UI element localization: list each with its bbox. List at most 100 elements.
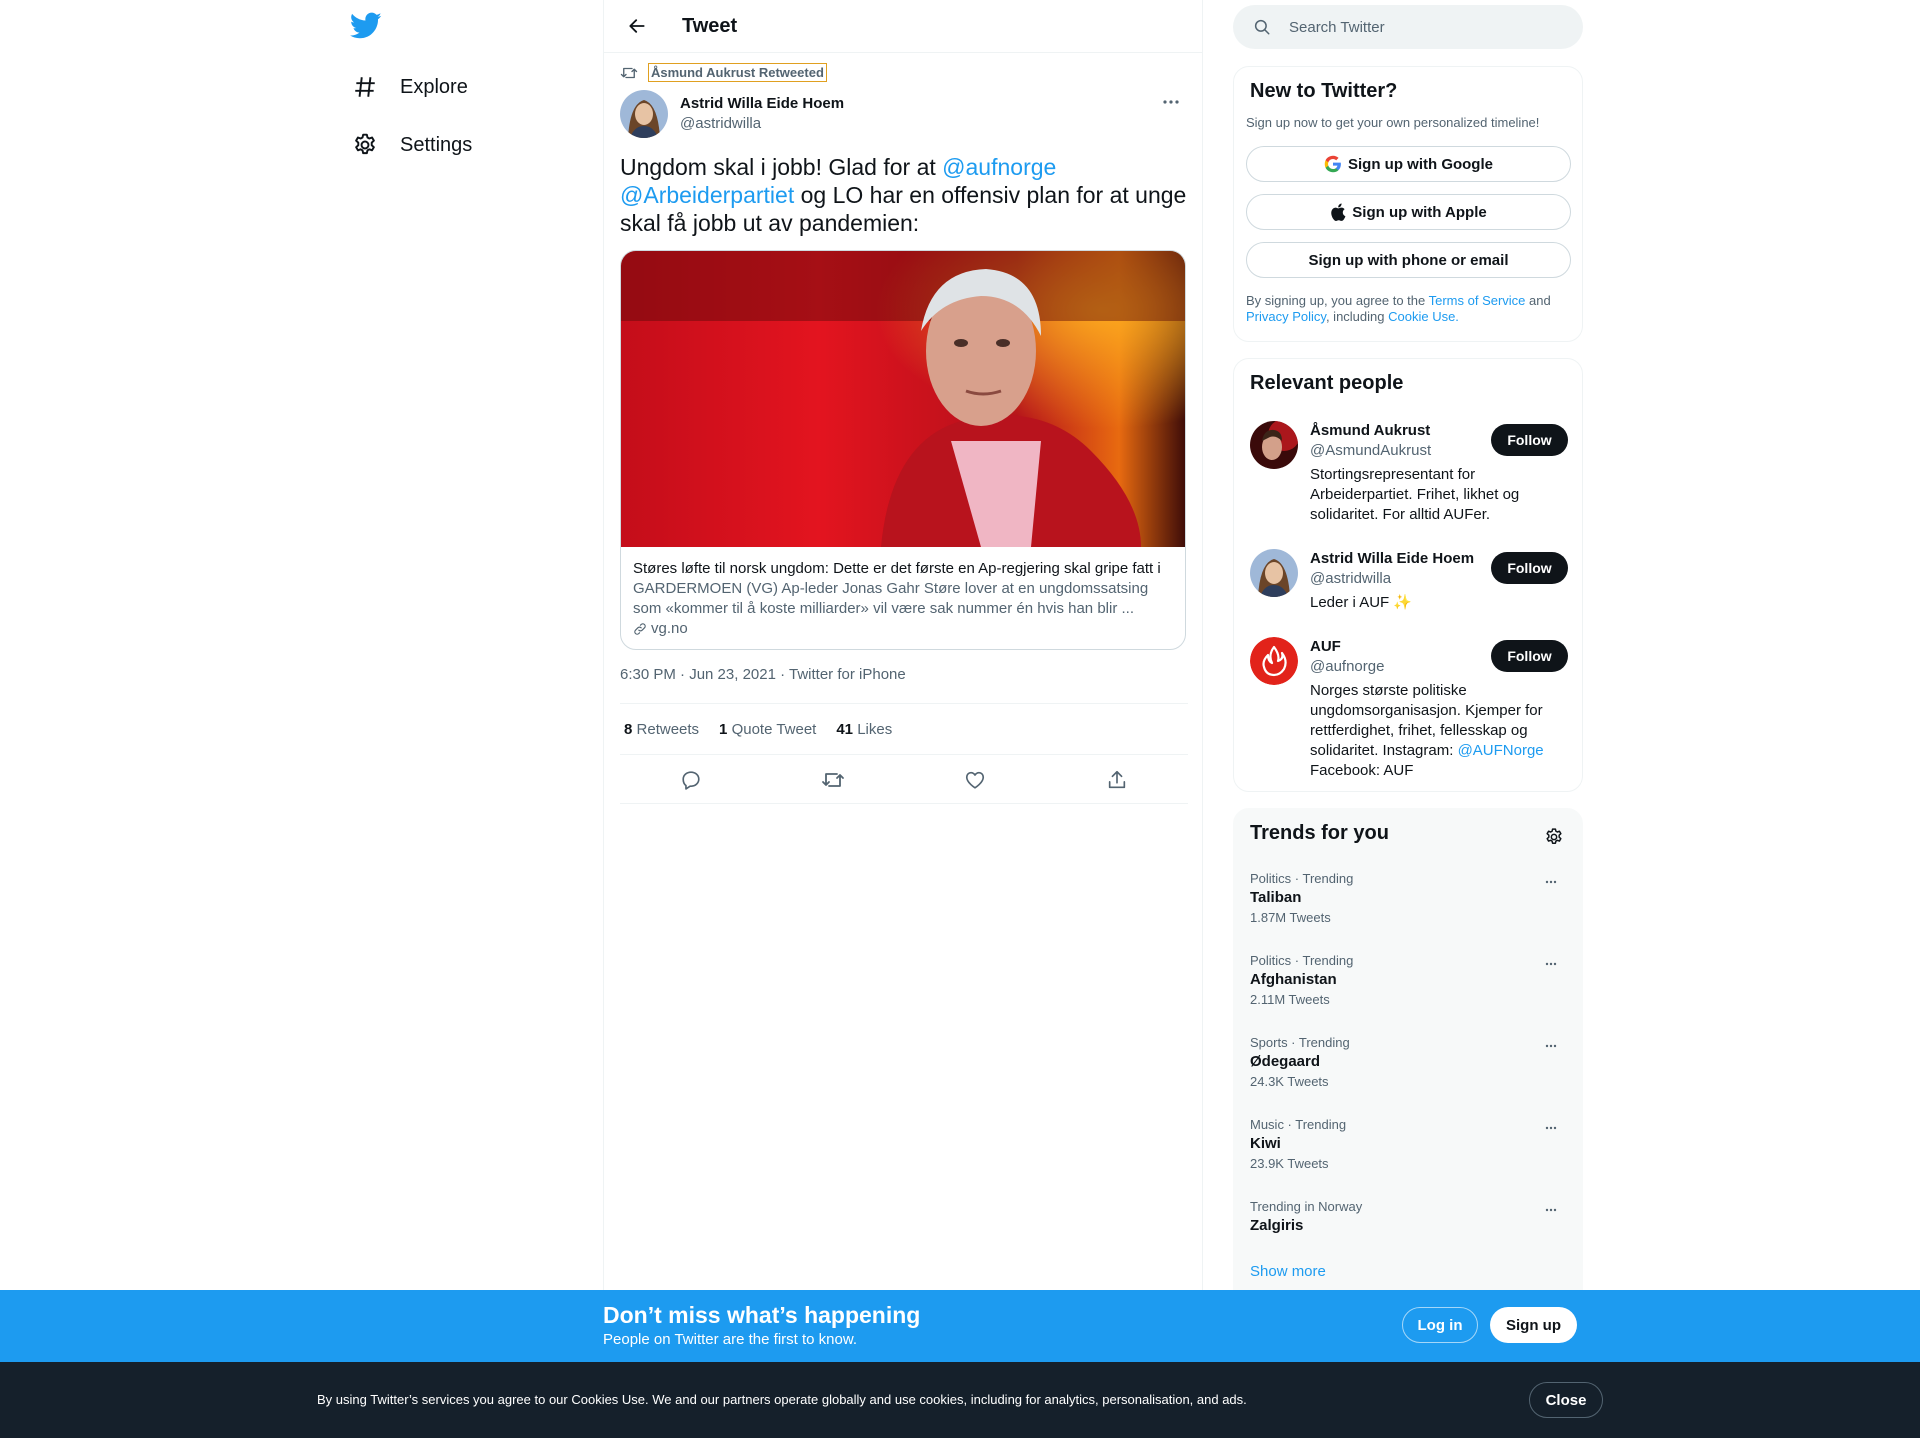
signup-google-button[interactable]: Sign up with Google: [1246, 146, 1571, 182]
trend-item[interactable]: Sports · Trending Ødegaard 24.3K Tweets: [1250, 1035, 1568, 1091]
reply-button[interactable]: [672, 761, 710, 799]
retweet-button[interactable]: [814, 761, 852, 799]
retweets-stat[interactable]: 8 Retweets: [624, 721, 699, 738]
mention-link[interactable]: @Arbeiderpartiet: [620, 182, 794, 208]
trend-count: 24.3K Tweets: [1250, 1074, 1329, 1089]
mention-link[interactable]: @aufnorge: [942, 154, 1056, 180]
cookie-banner: By using Twitter’s services you agree to…: [0, 1362, 1920, 1438]
terms-link[interactable]: Terms of Service: [1429, 293, 1526, 308]
relevant-people-panel: Relevant people Åsmund Aukrust @AsmundAu…: [1233, 358, 1583, 792]
twitter-logo-icon[interactable]: [350, 12, 382, 44]
tweet-timestamp[interactable]: 6:30 PM · Jun 23, 2021: [620, 666, 776, 683]
trend-more-button[interactable]: [1538, 1201, 1564, 1219]
privacy-link[interactable]: Privacy Policy: [1246, 309, 1326, 324]
follow-button[interactable]: Follow: [1491, 640, 1568, 672]
back-button[interactable]: [620, 9, 654, 43]
search-bar[interactable]: [1233, 5, 1583, 49]
quotes-count: 1: [719, 720, 728, 738]
avatar[interactable]: [1250, 421, 1298, 469]
tweet-text-part: Ungdom skal i jobb! Glad for at: [620, 154, 943, 180]
search-icon: [1254, 19, 1270, 35]
avatar[interactable]: [1250, 549, 1298, 597]
search-input[interactable]: [1289, 18, 1549, 36]
person-card[interactable]: Åsmund Aukrust @AsmundAukrust Follow Sto…: [1250, 421, 1568, 531]
trend-item[interactable]: Politics · Trending Taliban 1.87M Tweets: [1250, 871, 1568, 927]
trends-title: Trends for you: [1250, 822, 1389, 844]
person-bio: Norges største politiske ungdomsorganisa…: [1310, 681, 1568, 781]
cookie-text: By using Twitter’s services you agree to…: [317, 1392, 1247, 1407]
tweet-more-button[interactable]: [1156, 92, 1186, 112]
signup-phone-email-button[interactable]: Sign up with phone or email: [1246, 242, 1571, 278]
new-to-twitter-subtitle: Sign up now to get your own personalized…: [1246, 115, 1540, 130]
new-to-twitter-panel: New to Twitter? Sign up now to get your …: [1233, 66, 1583, 342]
card-title: Støres løfte til norsk ungdom: Dette er …: [633, 560, 1161, 577]
person-name[interactable]: Åsmund Aukrust: [1310, 421, 1490, 441]
retweeter-link[interactable]: Åsmund Aukrust Retweeted: [648, 63, 827, 82]
card-domain-text: vg.no: [651, 620, 688, 637]
author-handle[interactable]: @astridwilla: [680, 114, 844, 134]
trend-more-button[interactable]: [1538, 1037, 1564, 1055]
heart-icon: [965, 771, 985, 789]
avatar[interactable]: [620, 90, 668, 138]
author-name[interactable]: Astrid Willa Eide Hoem: [680, 94, 844, 114]
signup-google-label: Sign up with Google: [1348, 155, 1493, 173]
person-card[interactable]: Astrid Willa Eide Hoem @astridwilla Foll…: [1250, 549, 1568, 615]
card-domain: vg.no: [633, 619, 1173, 639]
more-horizontal-icon: [1163, 100, 1179, 104]
legal-text: and: [1525, 293, 1551, 308]
bio-mention-link[interactable]: @AUFNorge: [1458, 742, 1544, 759]
trend-more-button[interactable]: [1538, 1119, 1564, 1137]
cookie-link[interactable]: Cookie Use.: [1388, 309, 1459, 324]
follow-button[interactable]: Follow: [1491, 424, 1568, 456]
signup-phone-label: Sign up with phone or email: [1308, 251, 1509, 269]
trend-more-button[interactable]: [1538, 955, 1564, 973]
cookie-close-button[interactable]: Close: [1529, 1382, 1603, 1418]
signup-button[interactable]: Sign up: [1490, 1307, 1577, 1343]
tweet-meta: 6:30 PM · Jun 23, 2021 · Twitter for iPh…: [620, 666, 906, 683]
trend-name: Afghanistan: [1250, 971, 1337, 988]
trend-count: 2.11M Tweets: [1250, 992, 1330, 1007]
link-card[interactable]: Støres løfte til norsk ungdom: Dette er …: [620, 250, 1186, 650]
card-image: [621, 251, 1185, 547]
person-bio: Leder i AUF ✨: [1310, 594, 1413, 611]
signup-banner-subtitle: People on Twitter are the first to know.: [603, 1331, 858, 1348]
avatar[interactable]: [1250, 637, 1298, 685]
google-icon: [1324, 155, 1341, 173]
person-handle[interactable]: @aufnorge: [1310, 657, 1490, 677]
nav-explore[interactable]: Explore: [340, 61, 480, 113]
share-button[interactable]: [1098, 761, 1136, 799]
person-card[interactable]: AUF @aufnorge Follow Norges største poli…: [1250, 637, 1568, 787]
likes-count: 41: [836, 720, 854, 738]
trend-count: 1.87M Tweets: [1250, 910, 1331, 925]
tweet-text: Ungdom skal i jobb! Glad for at @aufnorg…: [620, 153, 1188, 237]
gear-icon: [352, 132, 378, 158]
person-name[interactable]: Astrid Willa Eide Hoem: [1310, 549, 1490, 569]
signup-apple-button[interactable]: Sign up with Apple: [1246, 194, 1571, 230]
trend-item[interactable]: Music · Trending Kiwi 23.9K Tweets: [1250, 1117, 1568, 1173]
like-button[interactable]: [956, 761, 994, 799]
tweet-author: Astrid Willa Eide Hoem @astridwilla: [620, 90, 844, 138]
trend-item[interactable]: Trending in Norway Zalgiris: [1250, 1199, 1568, 1237]
person-handle[interactable]: @AsmundAukrust: [1310, 441, 1490, 461]
show-more-link[interactable]: Show more: [1250, 1263, 1326, 1280]
quotes-stat[interactable]: 1 Quote Tweet: [719, 721, 816, 738]
share-icon: [1108, 770, 1126, 788]
retweet-small-icon: [620, 67, 638, 78]
login-button[interactable]: Log in: [1402, 1307, 1478, 1343]
tweet-source[interactable]: Twitter for iPhone: [789, 666, 906, 683]
hashtag-icon: [352, 74, 378, 100]
signup-legal-text: By signing up, you agree to the Terms of…: [1246, 293, 1572, 325]
trend-item[interactable]: Politics · Trending Afghanistan 2.11M Tw…: [1250, 953, 1568, 1009]
trend-more-button[interactable]: [1538, 873, 1564, 891]
likes-stat[interactable]: 41 Likes: [836, 721, 892, 738]
person-handle[interactable]: @astridwilla: [1310, 569, 1490, 589]
nav-settings[interactable]: Settings: [340, 119, 484, 171]
bio-text: Facebook: AUF: [1310, 762, 1414, 779]
follow-button[interactable]: Follow: [1491, 552, 1568, 584]
main-header: Tweet: [604, 0, 1202, 53]
trends-settings-button[interactable]: [1540, 823, 1568, 851]
trend-meta: Trending in Norway: [1250, 1199, 1363, 1214]
person-name[interactable]: AUF: [1310, 637, 1490, 657]
auf-logo-icon: [1250, 637, 1298, 685]
tweet-stats: 8 Retweets 1 Quote Tweet 41 Likes: [620, 703, 1188, 755]
